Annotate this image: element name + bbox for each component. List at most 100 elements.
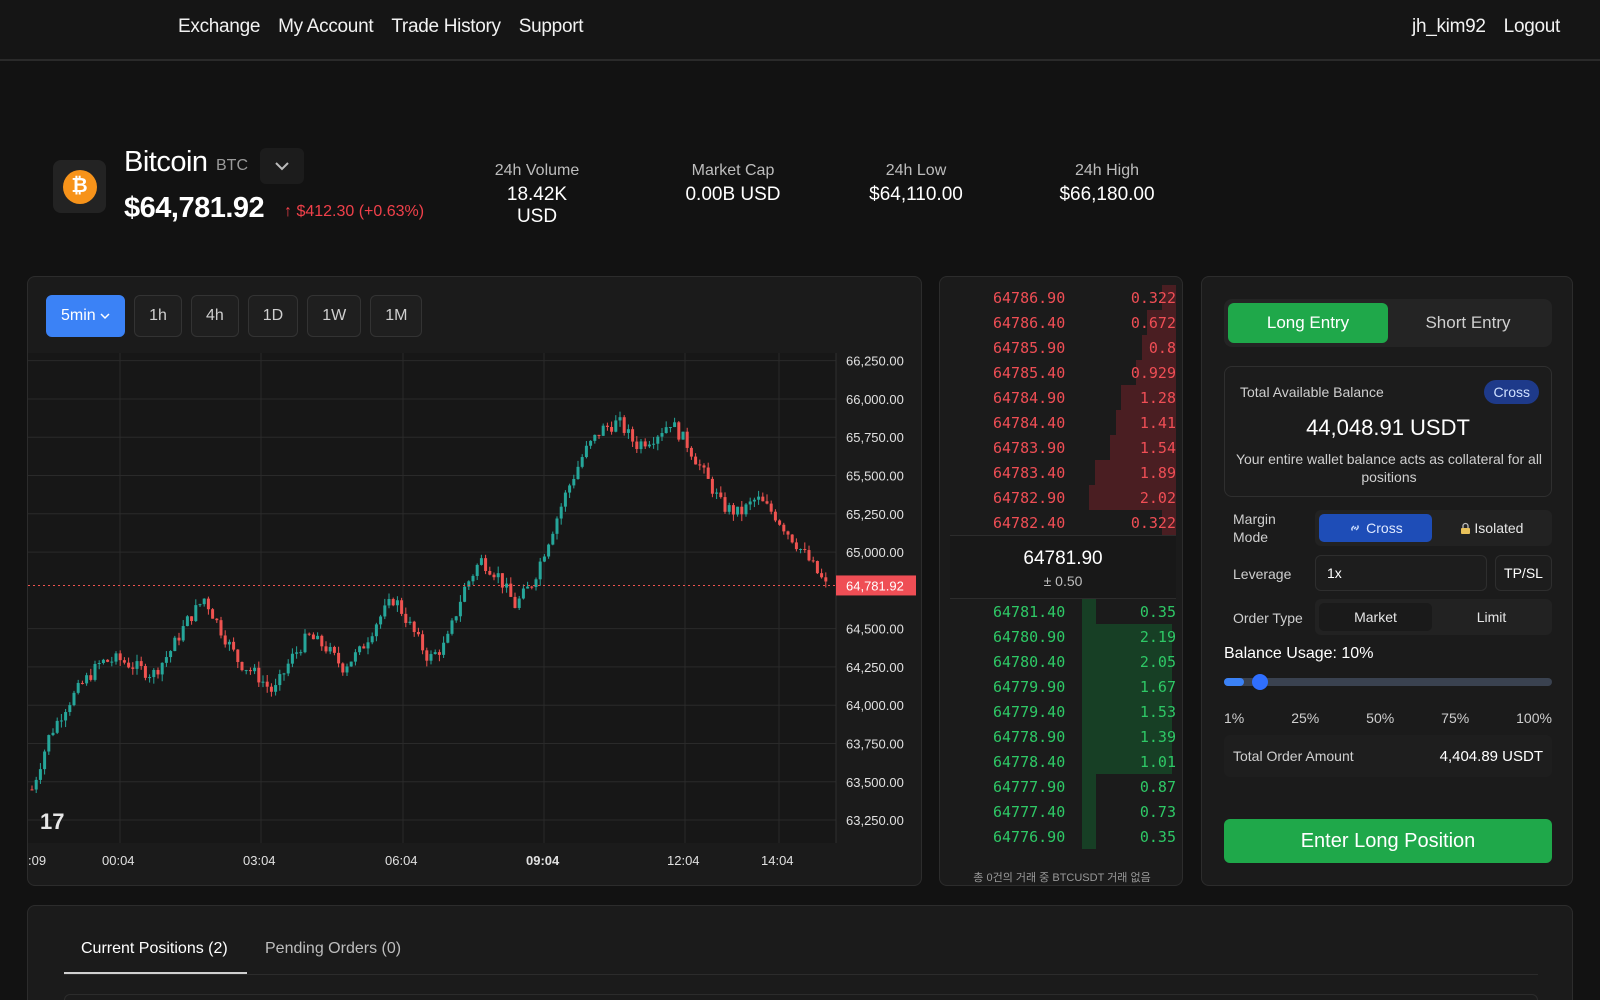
order-qty: 1.41 [1139,414,1176,432]
tf-1d-button[interactable]: 1D [247,295,299,337]
bid-row[interactable]: 64780.40 2.05 [950,649,1176,674]
candle-body [605,425,609,427]
candle-body [526,586,530,589]
ask-row[interactable]: 64782.40 0.322 [950,510,1176,535]
long-entry-tab[interactable]: Long Entry [1228,303,1388,343]
candle-body [190,616,194,622]
margin-isolated-button[interactable]: Isolated [1435,514,1548,542]
order-book: 64786.90 0.322 64786.40 0.672 64785.90 0.8 647… [939,276,1183,886]
candle-body [635,441,639,450]
candle-body [673,422,677,428]
leverage-label: Leverage [1233,566,1292,582]
order-limit-button[interactable]: Limit [1435,603,1548,631]
ask-row[interactable]: 64784.40 1.41 [950,410,1176,435]
bid-row[interactable]: 64778.40 1.01 [950,749,1176,774]
order-market-button[interactable]: Market [1319,603,1432,631]
coin-name: Bitcoin [124,146,208,178]
nav-exchange[interactable]: Exchange [178,16,260,38]
candle-body [181,626,185,641]
ask-row[interactable]: 64784.90 1.28 [950,385,1176,410]
ask-row[interactable]: 64785.40 0.929 [950,360,1176,385]
candle-body [513,596,517,608]
short-entry-tab[interactable]: Short Entry [1388,303,1548,343]
tf-5min-button[interactable]: 5min [46,295,126,337]
candle-body [794,542,798,550]
balance-usage-slider[interactable] [1224,674,1552,690]
stat-label: 24h Low [885,162,947,179]
bid-row[interactable]: 64779.90 1.67 [950,674,1176,699]
candle-body [223,635,227,645]
bid-row[interactable]: 64780.90 2.19 [950,624,1176,649]
coin-select-button[interactable] [260,148,304,184]
candle-body [169,651,173,658]
leverage-input[interactable]: 1x [1315,555,1487,591]
price-chart[interactable]: 66,250.00 66,000.00 65,750.00 65,500.00 65,2… [28,353,921,883]
stat-value: $64,110.00 [869,184,963,205]
candle-body [530,586,534,588]
margin-cross-label: Cross [1366,520,1403,536]
nav-trade-history[interactable]: Trade History [391,16,501,38]
candle-body [505,583,509,588]
tab-pending-orders[interactable]: Pending Orders (0) [265,940,401,958]
candle-body [215,618,219,621]
candle-body [358,646,362,653]
ask-row[interactable]: 64786.40 0.672 [950,310,1176,335]
total-order-value: 4,404.89 USDT [1439,748,1543,765]
candle-body [274,685,278,692]
candle-body [278,674,282,686]
ask-row[interactable]: 64785.90 0.8 [950,335,1176,360]
bid-row[interactable]: 64779.40 1.53 [950,699,1176,724]
candle-body [622,417,626,433]
bid-row[interactable]: 64776.90 0.35 [950,824,1176,849]
order-price: 64783.90 [993,439,1066,457]
tpsl-button[interactable]: TP/SL [1495,555,1552,591]
candle-body [38,769,42,780]
slider-ticks: 1% 25% 50% 75% 100% [1224,710,1552,726]
candle-body [93,663,97,680]
bid-row[interactable]: 64781.40 0.35 [950,599,1176,624]
tf-1w-button[interactable]: 1W [307,295,362,337]
candle-body [446,633,450,643]
slider-thumb[interactable] [1252,674,1268,690]
candle-body [139,661,143,667]
tf-4h-button[interactable]: 4h [190,295,239,337]
candle-body [416,631,420,635]
ask-row[interactable]: 64786.90 0.322 [950,285,1176,310]
candle-body [307,633,311,635]
candle-body [421,634,425,651]
lock-icon [1460,522,1470,534]
candle-body [269,686,273,692]
tf-1h-button[interactable]: 1h [134,295,182,337]
order-qty: 1.39 [1139,728,1176,746]
candle-body [194,605,198,622]
stat-volume: 24h Volume 18.42K USD [487,162,587,228]
slider-tick: 50% [1366,710,1395,726]
order-price: 64780.90 [993,628,1066,646]
candle-body [589,440,593,446]
candle-body [135,661,139,669]
candle-body [362,646,366,649]
ask-row[interactable]: 64783.40 1.89 [950,460,1176,485]
ask-row[interactable]: 64782.90 2.02 [950,485,1176,510]
candle-body [731,505,735,515]
x-tick-label: 12:04 [667,853,700,868]
enter-long-position-button[interactable]: Enter Long Position [1224,819,1552,863]
order-price: 64780.40 [993,653,1066,671]
bid-row[interactable]: 64777.90 0.87 [950,774,1176,799]
tf-1m-button[interactable]: 1M [370,295,423,337]
candle-body [484,558,488,571]
margin-cross-button[interactable]: Cross [1319,514,1432,542]
nav-support[interactable]: Support [519,16,584,38]
ask-row[interactable]: 64783.90 1.54 [950,435,1176,460]
candle-body [198,604,202,606]
candle-body [240,661,244,671]
logout-link[interactable]: Logout [1504,16,1561,38]
bid-row[interactable]: 64778.90 1.39 [950,724,1176,749]
tradingview-logo-icon: 17 [40,809,64,834]
bid-row[interactable]: 64777.40 0.73 [950,799,1176,824]
username-link[interactable]: jh_kim92 [1412,16,1486,38]
nav-my-account[interactable]: My Account [278,16,374,38]
candle-body [601,425,605,436]
tab-current-positions[interactable]: Current Positions (2) [81,940,228,958]
candle-body [744,504,748,515]
